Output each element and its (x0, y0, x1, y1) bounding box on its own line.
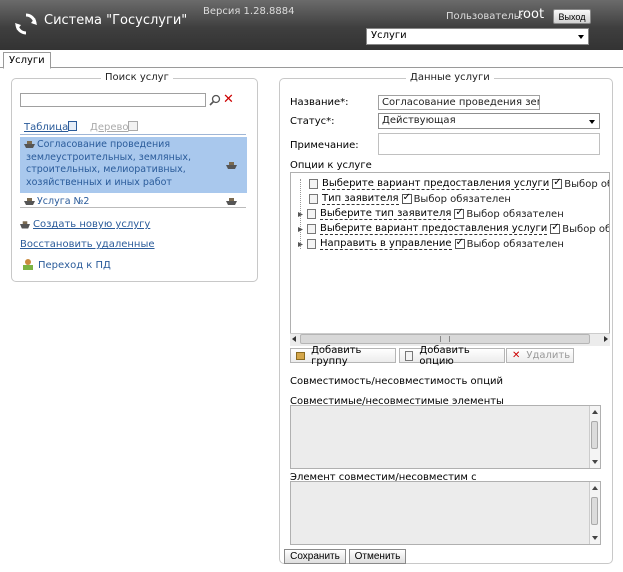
chevron-down-icon (578, 35, 584, 39)
required-checkbox[interactable] (401, 192, 412, 204)
document-icon (309, 194, 318, 204)
tree-node-title: Выберите вариант предоставления услуги (320, 223, 548, 235)
options-tree: Выберите вариант предоставления услуги В… (290, 172, 610, 346)
delete-button[interactable]: ✕ Удалить (506, 348, 574, 363)
add-group-label: Добавить группу (311, 344, 362, 367)
add-document-icon (405, 350, 414, 361)
required-label: Выбор обязателен (466, 238, 564, 250)
tree-icon (128, 121, 138, 131)
tab-services[interactable]: Услуги (3, 52, 51, 69)
name-input[interactable]: Согласование проведения землеу (378, 95, 540, 110)
tree-node[interactable]: Направить в управление Выбор обязателен (298, 237, 564, 250)
tab-table[interactable]: Таблица (24, 122, 68, 133)
user-label: Пользователь: (446, 11, 524, 22)
tree-node[interactable]: Выберите вариант предоставления услуги В… (298, 222, 610, 235)
vertical-scrollbar[interactable] (589, 482, 600, 544)
compat-with-list[interactable] (290, 481, 601, 545)
version-label: Версия 1.28.8884 (203, 6, 295, 17)
tree-node[interactable]: Выберите тип заявителя Выбор обязателен (298, 207, 564, 220)
scrollbar-thumb[interactable] (591, 497, 598, 525)
tab-bar (0, 50, 623, 68)
scroll-down-icon[interactable] (592, 536, 598, 540)
name-label: Название*: (290, 97, 349, 108)
cancel-button[interactable]: Отменить (349, 549, 406, 564)
document-icon (307, 209, 316, 219)
tree-node-title: Выберите тип заявителя (320, 208, 452, 220)
service-data-title: Данные услуги (406, 72, 494, 83)
ship-icon (226, 198, 237, 205)
delete-label: Удалить (526, 350, 571, 361)
scroll-left-icon[interactable] (292, 336, 296, 342)
divider (20, 207, 246, 208)
note-textarea[interactable] (378, 133, 600, 155)
scroll-down-icon[interactable] (592, 460, 598, 464)
restore-deleted-link[interactable]: Восстановить удаленные (20, 239, 155, 250)
required-checkbox[interactable] (454, 207, 465, 219)
document-icon (307, 224, 316, 234)
scroll-up-icon[interactable] (592, 410, 598, 414)
status-label: Статус*: (290, 116, 335, 127)
expand-arrow-icon[interactable] (298, 226, 303, 232)
folder-icon (296, 351, 306, 360)
add-group-button[interactable]: Добавить группу (290, 345, 396, 367)
section-select-value: Услуги (371, 30, 407, 41)
note-label: Примечание: (290, 140, 359, 151)
tree-node[interactable]: Тип заявителя Выбор обязателен (309, 192, 511, 205)
options-label: Опции к услуге (290, 160, 372, 171)
status-select-value: Действующая (382, 115, 456, 126)
expand-arrow-icon[interactable] (298, 211, 303, 217)
required-checkbox[interactable] (550, 222, 561, 234)
table-icon (68, 121, 77, 131)
logout-button[interactable]: Выход (553, 9, 591, 24)
list-item-label[interactable]: Услуга №2 (37, 196, 89, 207)
app-title: Система "Госуслуги" (44, 13, 188, 28)
required-label: Выбор обязателен (413, 193, 511, 205)
pd-link[interactable]: Переход к ПД (38, 260, 111, 271)
user-name: root (518, 7, 545, 22)
required-label: Выбор обязателен (466, 208, 564, 220)
chevron-down-icon (589, 120, 595, 124)
section-select[interactable]: Услуги (366, 28, 589, 45)
required-checkbox[interactable] (552, 177, 563, 189)
compat-elements-list[interactable] (290, 405, 601, 469)
list-item-label: Согласование проведения землеустроительн… (26, 139, 192, 188)
app-logo-icon (15, 13, 37, 35)
ship-icon (226, 162, 237, 169)
document-icon (307, 239, 316, 249)
required-checkbox[interactable] (454, 237, 465, 249)
tree-node-title: Тип заявителя (322, 193, 399, 205)
add-option-label: Добавить опцию (419, 344, 470, 367)
required-label: Выбор обязателен (562, 223, 610, 235)
ship-add-icon (20, 221, 30, 229)
compat-section-title: Совместимость/несовместимость опций (290, 376, 503, 387)
scrollbar-thumb[interactable] (591, 421, 598, 449)
document-icon (309, 179, 318, 189)
required-label: Выбор обязателен (564, 178, 609, 190)
tab-tree[interactable]: Дерево (90, 122, 128, 133)
scroll-up-icon[interactable] (592, 486, 598, 490)
clear-search-icon[interactable]: ✕ (223, 92, 234, 107)
search-input[interactable] (20, 93, 206, 107)
tree-node-title: Выберите вариант предоставления услуги (322, 178, 550, 190)
person-icon (23, 259, 33, 270)
scrollbar-grip (440, 336, 450, 342)
add-option-button[interactable]: Добавить опцию (399, 345, 505, 367)
tree-node-title: Направить в управление (320, 238, 452, 250)
delete-icon: ✕ (512, 350, 521, 361)
status-select[interactable]: Действующая (378, 113, 600, 129)
save-button[interactable]: Сохранить (284, 549, 346, 564)
tree-node[interactable]: Выберите вариант предоставления услуги В… (309, 177, 609, 190)
search-panel-title: Поиск услуг (101, 72, 173, 83)
search-icon[interactable] (209, 94, 221, 106)
vertical-scrollbar[interactable] (589, 406, 600, 468)
scroll-right-icon[interactable] (604, 336, 608, 342)
expand-arrow-icon[interactable] (298, 241, 303, 247)
ship-icon (24, 198, 35, 205)
create-service-link[interactable]: Создать новую услугу (33, 219, 150, 230)
